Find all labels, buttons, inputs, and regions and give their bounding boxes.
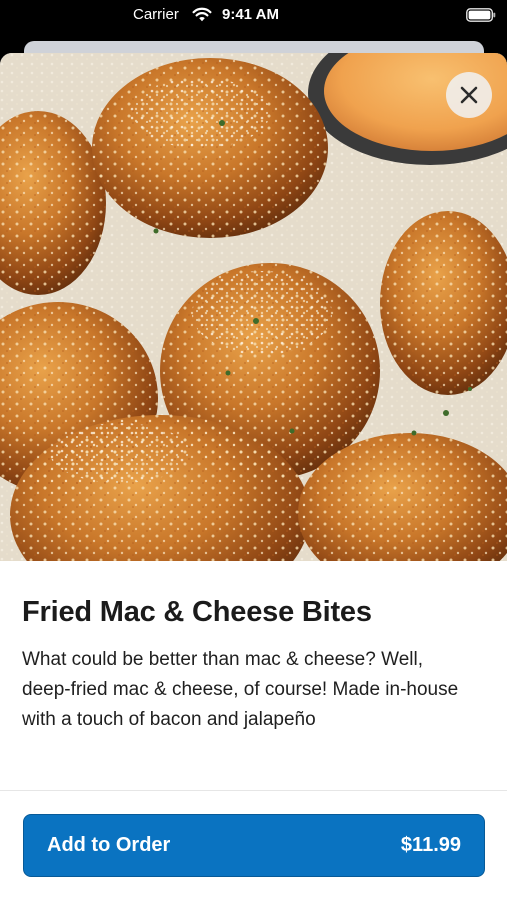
divider [0,790,507,791]
status-bar: Carrier 9:41 AM [0,0,507,32]
food-photo [0,53,507,561]
item-title: Fried Mac & Cheese Bites [22,596,372,628]
carrier-label: Carrier [133,6,179,23]
clock-time: 9:41 AM [222,6,279,23]
item-price: $11.99 [400,834,461,856]
battery-icon [466,8,496,22]
item-description: What could be better than mac & cheese? … [22,649,459,730]
close-icon [460,86,478,104]
add-to-order-label: Add to Order [47,834,171,856]
close-button[interactable] [446,72,492,118]
wifi-icon [192,7,212,22]
app-screen: Carrier 9:41 AM Fried Mac & Cheese Bites… [0,0,507,900]
add-to-order-button[interactable]: Add to Order $11.99 [23,814,485,877]
item-detail-sheet: Fried Mac & Cheese Bites What could be b… [0,53,507,900]
